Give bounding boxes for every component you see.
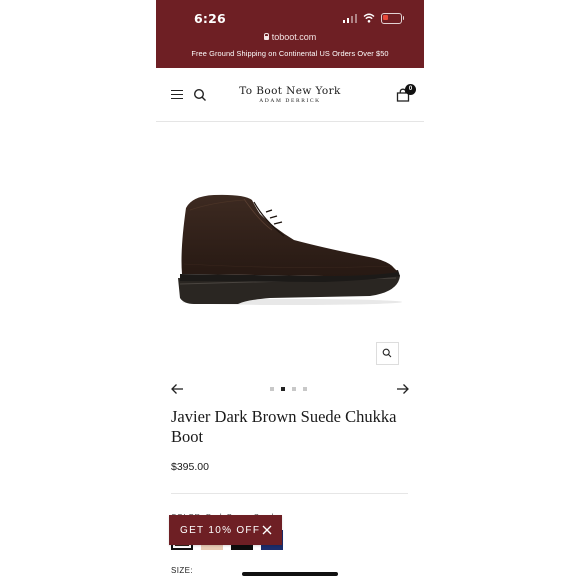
carousel-dot-active[interactable] [281,387,285,391]
divider [171,493,408,494]
status-icons [342,12,404,24]
size-label: SIZE: [171,566,194,575]
carousel-dots [270,387,307,391]
mobile-browser-screen: 6:26 toboot.com Free Ground Shipping on … [156,0,424,580]
battery-icon [381,12,404,24]
home-indicator [242,572,338,576]
product-image[interactable] [174,190,406,310]
carousel-dot[interactable] [303,387,307,391]
address-bar[interactable]: toboot.com [156,32,424,42]
product-title: Javier Dark Brown Suede Chukka Boot [171,407,397,446]
lock-icon [263,33,270,40]
discount-label: GET 10% OFF [180,524,261,536]
discount-popup-button[interactable]: GET 10% OFF [169,515,282,545]
wifi-icon [363,13,375,23]
carousel-dot[interactable] [270,387,274,391]
site-header: To Boot New York Adam Derrick 0 [156,68,424,122]
logo-main-text: To Boot New York [239,85,341,97]
zoom-button[interactable] [376,342,399,365]
close-icon[interactable] [262,525,272,535]
brand-logo[interactable]: To Boot New York Adam Derrick [156,85,424,104]
status-time: 6:26 [194,11,226,26]
logo-sub-text: Adam Derrick [259,98,321,104]
arrow-left-icon[interactable] [170,383,184,395]
top-band: 6:26 toboot.com Free Ground Shipping on … [156,0,424,68]
product-price: $395.00 [171,461,209,473]
url-text: toboot.com [271,32,317,42]
arrow-right-icon[interactable] [396,383,410,395]
promo-banner[interactable]: Free Ground Shipping on Continental US O… [156,49,424,58]
cellular-signal-icon [342,13,357,23]
carousel-dot[interactable] [292,387,296,391]
zoom-icon [382,348,392,358]
cart-count-badge: 0 [405,84,416,95]
